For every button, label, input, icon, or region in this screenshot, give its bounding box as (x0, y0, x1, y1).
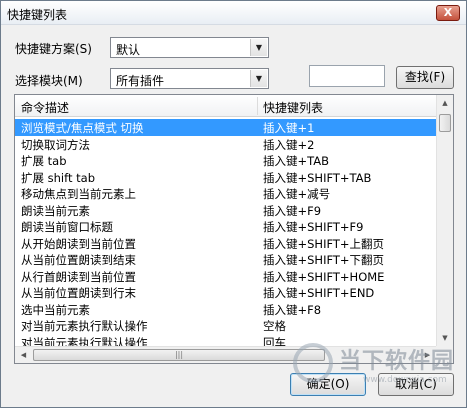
vertical-scrollbar[interactable]: ▲ ▼ (436, 95, 453, 347)
table-row[interactable]: 浏览模式/焦点模式 切换 插入键+1 (15, 119, 436, 136)
shortcut-keys: 插入键+TAB (263, 154, 330, 168)
horizontal-scrollbar[interactable]: ◀ ||| ▶ (15, 346, 436, 363)
shortcut-keys: 插入键+SHIFT+TAB (263, 170, 372, 185)
shortcut-keys: 插入键+减号 (263, 187, 331, 201)
shortcut-keys: 插入键+1 (263, 121, 315, 135)
shortcut-keys: 插入键+SHIFT+F9 (263, 220, 364, 234)
command-description: 切换取词方法 (21, 137, 90, 152)
find-button[interactable]: 查找(F) (396, 66, 454, 89)
table-row[interactable]: 从行首朗读到当前位置 插入键+SHIFT+HOME (15, 268, 436, 285)
command-description: 朗读当前窗口标题 (21, 220, 113, 234)
table-row[interactable]: 扩展 tab 插入键+TAB (15, 152, 436, 169)
column-header-shortcuts[interactable]: 快捷键列表 (263, 99, 323, 116)
shortcut-keys: 插入键+SHIFT+HOME (263, 269, 385, 284)
search-input[interactable] (309, 65, 385, 87)
list-header: 命令描述 快捷键列表 (15, 95, 436, 117)
dialog-window: 快捷键列表 X 快捷键方案(S) 默认 ▼ 选择模块(M) 所有插件 ▼ 查找(… (0, 0, 467, 408)
scroll-down-icon[interactable]: ▼ (437, 330, 453, 347)
command-description: 从当前位置朗读到行末 (21, 286, 136, 300)
command-description: 扩展 shift tab (21, 170, 95, 185)
close-button[interactable]: X (436, 5, 460, 21)
shortcut-keys: 插入键+F8 (263, 302, 322, 317)
scroll-left-icon[interactable]: ◀ (15, 347, 32, 363)
table-row[interactable]: 扩展 shift tab 插入键+SHIFT+TAB (15, 169, 436, 186)
table-row[interactable]: 从开始朗读到当前位置 插入键+SHIFT+上翻页 (15, 235, 436, 252)
module-dropdown[interactable]: 所有插件 ▼ (110, 68, 269, 89)
shortcut-keys: 插入键+SHIFT+上翻页 (263, 236, 385, 251)
shortcut-list[interactable]: 命令描述 快捷键列表 浏览模式/焦点模式 切换 插入键+1 切换取词方法 插入键+2 扩… (14, 94, 454, 364)
scheme-dropdown[interactable]: 默认 ▼ (110, 37, 269, 58)
table-row[interactable]: 朗读当前元素 插入键+F9 (15, 202, 436, 219)
table-row[interactable]: 朗读当前窗口标题 插入键+SHIFT+F9 (15, 218, 436, 235)
horizontal-scroll-thumb[interactable]: ||| (33, 349, 325, 361)
table-row[interactable]: 选中当前元素 插入键+F8 (15, 301, 436, 318)
column-divider[interactable] (257, 97, 258, 115)
table-row[interactable]: 从当前位置朗读到结束 插入键+SHIFT+下翻页 (15, 251, 436, 268)
module-label: 选择模块(M) (15, 74, 83, 88)
cancel-button[interactable]: 取消(C) (378, 373, 454, 396)
scrollbar-corner (436, 346, 453, 363)
list-rows: 浏览模式/焦点模式 切换 插入键+1 切换取词方法 插入键+2 扩展 tab 插入键+TA… (15, 119, 436, 350)
table-row[interactable]: 对当前元素执行默认操作 空格 (15, 317, 436, 334)
command-description: 浏览模式/焦点模式 切换 (21, 121, 144, 135)
command-description: 选中当前元素 (21, 302, 90, 317)
shortcut-keys: 插入键+SHIFT+下翻页 (263, 253, 385, 267)
command-description: 从行首朗读到当前位置 (21, 269, 136, 284)
scheme-label: 快捷键方案(S) (15, 42, 92, 56)
ok-button[interactable]: 确定(O) (290, 373, 366, 396)
shortcut-keys: 空格 (263, 319, 286, 333)
module-value: 所有插件 (116, 74, 165, 88)
window-title: 快捷键列表 (7, 8, 68, 22)
scheme-value: 默认 (116, 43, 141, 57)
table-row[interactable]: 移动焦点到当前元素上 插入键+减号 (15, 185, 436, 202)
command-description: 对当前元素执行默认操作 (21, 319, 148, 333)
chevron-down-icon[interactable]: ▼ (250, 39, 267, 56)
command-description: 移动焦点到当前元素上 (21, 187, 136, 201)
command-description: 扩展 tab (21, 154, 67, 168)
scroll-up-icon[interactable]: ▲ (437, 95, 453, 112)
shortcut-keys: 插入键+2 (263, 137, 315, 152)
command-description: 从当前位置朗读到结束 (21, 253, 136, 267)
shortcut-keys: 插入键+SHIFT+END (263, 286, 375, 300)
command-description: 朗读当前元素 (21, 203, 90, 218)
shortcut-keys: 插入键+F9 (263, 203, 322, 218)
scroll-thumb[interactable] (439, 114, 451, 132)
column-header-description[interactable]: 命令描述 (21, 99, 69, 116)
table-row[interactable]: 切换取词方法 插入键+2 (15, 136, 436, 153)
table-row[interactable]: 从当前位置朗读到行末 插入键+SHIFT+END (15, 284, 436, 301)
title-bar[interactable]: 快捷键列表 X (1, 1, 466, 25)
chevron-down-icon[interactable]: ▼ (250, 70, 267, 87)
command-description: 从开始朗读到当前位置 (21, 236, 136, 251)
scroll-right-icon[interactable]: ▶ (419, 347, 436, 363)
